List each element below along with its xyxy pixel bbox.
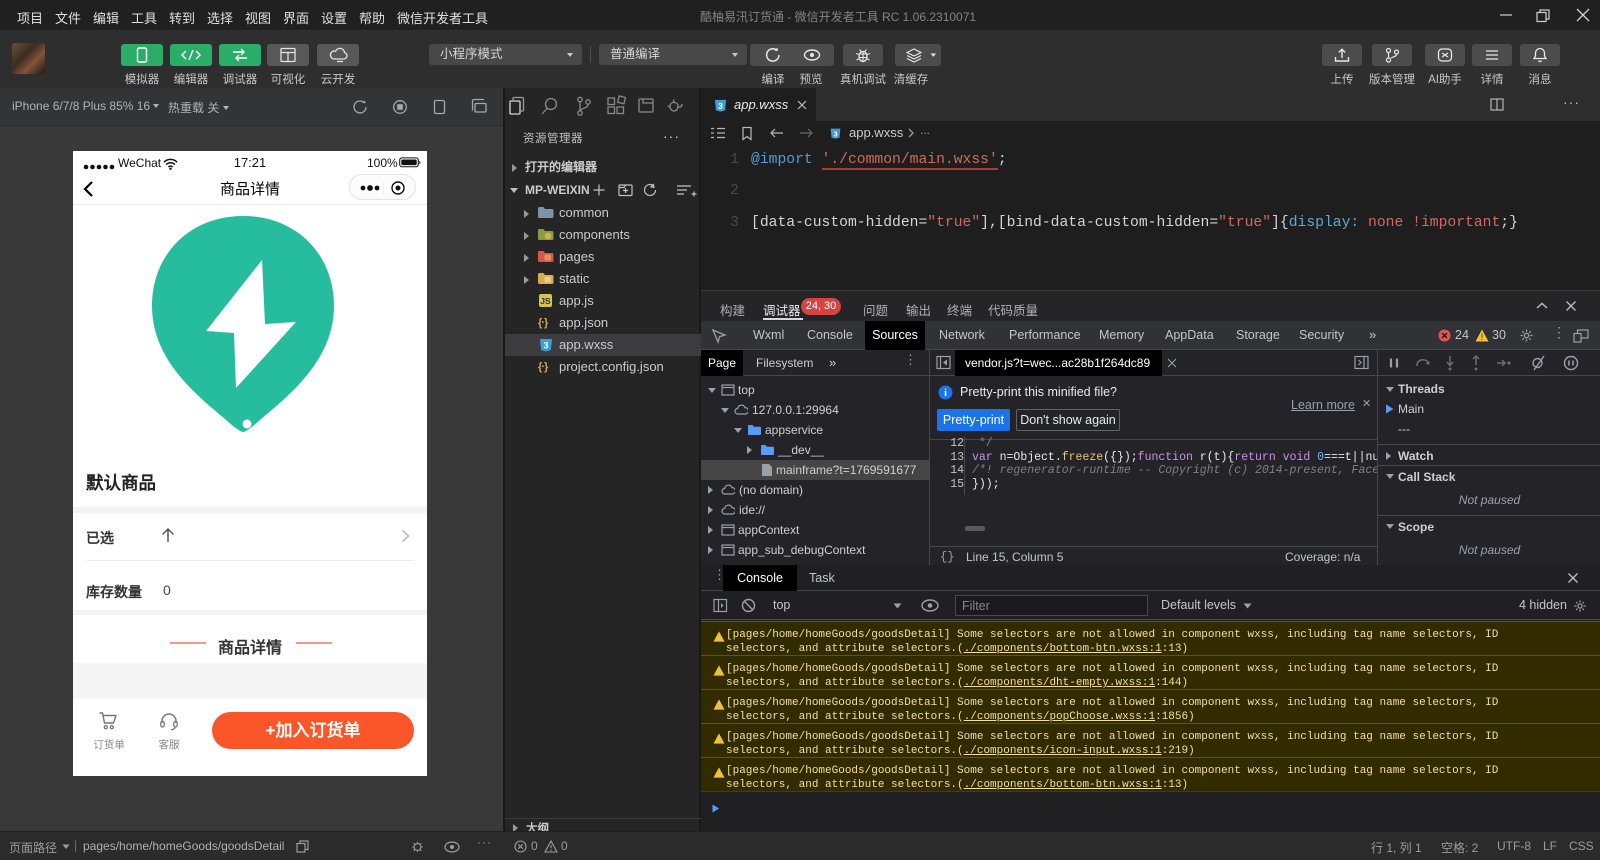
svg-text:3: 3 [718, 101, 723, 111]
svg-text:!: ! [1481, 332, 1484, 342]
svg-text:3: 3 [543, 341, 548, 351]
svg-text:3: 3 [833, 129, 837, 138]
svg-text:JS: JS [540, 296, 551, 306]
svg-text:i: i [944, 388, 947, 399]
